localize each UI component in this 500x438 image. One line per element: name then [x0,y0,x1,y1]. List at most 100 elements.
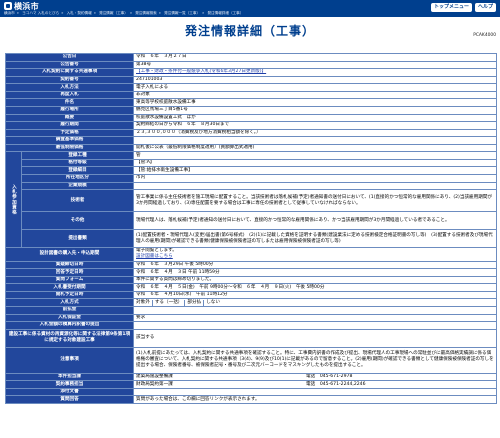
row-value: 対象外 する（一括） 部分払 しない [133,298,497,308]
table-row: 回答予定日時 令和 ６年 ４月 ３日 午前 11時59分 [4,268,497,277]
row-label: 技術者 [20,189,135,213]
row-label: 入札契約に関する共通事項 [4,68,135,77]
row-label: 入札方式 [4,298,135,308]
row-label: 提出書類 [20,229,135,249]
row-label: 登録工種 [20,151,135,160]
row-value [133,387,497,397]
row-label: 再度入札 [4,90,135,100]
row-label: 本件担当課 [4,372,135,382]
row-label: 設計図書の購入先・申込期間 [4,247,135,262]
row-label: 契約事務担当 [4,380,135,389]
row-value: 非対象 [133,90,497,100]
row-label: 入札保証金 [4,313,135,323]
row-label: 登録細目 [20,166,135,175]
logo-text: 横浜市 [14,2,39,11]
row-label: 企業規模 [20,181,135,191]
table-row: 履行場所 鶴見区馬場三丁目5番1号 [4,105,497,115]
row-value: 247101003 [133,75,497,85]
row-label: 格付等級 [20,158,135,168]
design-docs-link[interactable]: 設計図書はこちら [136,254,173,259]
bid-method-part: 対象外 [136,299,153,306]
common-terms-link[interactable]: 【工事・財政・条件付一般競争入札(令和6年3月27日更新版)】 [136,70,266,75]
row-label: その他 [20,211,135,231]
row-value: 管 [133,151,497,160]
phone-number: 045-671-2978 [319,374,353,380]
row-label: 回答予定日時 [4,268,135,277]
row-value: 該当する [133,328,497,348]
table-row: 添付文書 [4,387,497,397]
table-row: 提出書類 (1)配置技術者・現場代理人(変更)届出書(第6号様式) (2)(1)に… [6,229,497,249]
row-value: 電子閲覧とします。 [136,248,177,254]
table-row: 入札保証金 要求 [4,313,497,323]
breadcrumb: 横浜市» ヨコハマ 入札のとびら» 入札・契約情報» 発注情報（工事）» 発注情… [4,11,244,15]
row-label: 履行場所 [4,105,135,115]
row-label: 所在地区分 [20,174,135,183]
row-value: 第38号 [133,60,497,70]
breadcrumb-item: 発注情報詳細（工事） [207,11,244,15]
phone-label: 電話 [306,374,316,380]
table-row: 入札金額の積算内訳書の提出 [4,321,497,330]
breadcrumb-item[interactable]: ヨコハマ 入札のとびら [22,11,59,15]
table-row: 公告日 令和 ６年 ３月２７日 [4,53,497,62]
row-label: 添付文書 [4,387,135,397]
row-value: 要求 [133,313,497,323]
page-id: PCAK4000 [473,33,496,38]
top-header: 横浜市 トップメニュー ヘルプ 横浜市» ヨコハマ 入札のとびら» 入札・契約情報… [0,0,500,17]
row-label: 前払金 [4,306,135,315]
table-row: 技術者 管工事業に係る主任技術者を施工現場に配置すること。当該技術者は落札候補(予… [6,189,497,213]
table-row: 所在地区分 市内 [6,174,497,183]
department-name: 建築局施設整備課 [136,374,173,380]
table-row: 本件担当課 建築局施設整備課 電話 045-671-2978 [4,372,497,382]
bid-method-part: しない [206,299,220,305]
breadcrumb-item[interactable]: 横浜市 [4,11,15,15]
breadcrumb-item[interactable]: 発注情報一覧（工事） [164,11,200,15]
row-value: 【管:給排水衛生設備工事】 [133,166,497,175]
row-value: (1)入札前提にあたっては、入札契約に関する共通事項を確認すること。特に、工事費… [133,346,497,374]
table-row: 注意事項 (1)入札前提にあたっては、入札契約に関する共通事項を確認すること。特に… [4,346,497,374]
row-label: 公告日 [4,53,135,62]
table-row: 最低制限価格 開札後に公表（最低制限価格制度適用）(貢額算出式適用) [4,143,497,153]
qualification-group-label: 入札参加資格 [5,151,22,249]
bid-method-part: する（一括） [155,299,186,306]
row-value: ２３,３００,０００（消費税及び地方消費税相当額を除く。） [133,128,497,138]
row-label: 入札方法 [4,83,135,92]
table-row: 質問回答 質問があった場合は、この欄に回答リンクが表示されます。 [4,395,497,404]
row-value: 本件に関する質問は締め切りました。 [133,275,497,285]
top-menu-button[interactable]: トップメニュー [430,3,472,12]
row-value: 鶴見区馬場三丁目5番1号 [133,105,497,115]
table-row: 質問フォーム 本件に関する質問は締め切りました。 [4,275,497,285]
row-value: 財政局契約第一課 電話 045-671-2244,2246 [133,380,497,389]
table-row: 調査基準価格 [4,136,497,145]
row-value: 令和 ６年 ３月２７日 [133,53,497,62]
row-label: 公告番号 [4,60,135,70]
row-value [133,136,497,145]
row-value: 令和 ６年 ３月29日 午後 5時00分 [133,260,497,270]
row-value: 令和 ６年 ４月 ３日 午前 11時59分 [133,268,497,277]
row-label: 履行期間 [4,121,135,130]
row-label: 最低制限価格 [4,143,135,153]
table-row: 格付等級 【管:A】 [6,158,497,168]
row-label: 開札予定日時 [4,290,135,300]
phone-label: 電話 [306,381,316,387]
breadcrumb-item[interactable]: 入札・契約情報 [67,11,92,15]
table-row: 企業規模 [6,181,497,191]
department-name: 財政局契約第一課 [136,381,173,387]
row-value [133,306,497,315]
bid-method-part: 部分払 [187,299,205,306]
table-row: 入札参加資格 登録工種管 [5,151,497,249]
page-title: 発注情報詳細（工事） [184,24,315,38]
help-button[interactable]: ヘルプ [474,3,496,12]
row-label: 入札書受付期間 [4,283,135,292]
table-row: 入札方法 電子入札による [4,83,497,92]
row-value: 東高等学校校庭散水設備工事 [133,98,497,107]
row-value: 校庭散水設備設置工式 ほか [133,113,497,123]
breadcrumb-item[interactable]: 発注情報（工事） [99,11,128,15]
breadcrumb-item[interactable]: 発注情報検索 [135,11,157,15]
table-row: 登録細目 【管:給排水衛生設備工事】 [6,166,497,175]
table-row: 再度入札 非対象 [4,90,497,100]
row-value: 市内 [133,174,497,183]
row-label: 質問フォーム [4,275,135,285]
table-row: 建設工事に係る資材の再資源化等に関する法律第9条第1項に規定する対象建設工事 該当… [4,328,497,348]
row-value: 令和 ６年 ４月10日(水) 午前 11時12分 [133,290,497,300]
table-row: 予定価格 ２３,３００,０００（消費税及び地方消費税相当額を除く。） [4,128,497,138]
